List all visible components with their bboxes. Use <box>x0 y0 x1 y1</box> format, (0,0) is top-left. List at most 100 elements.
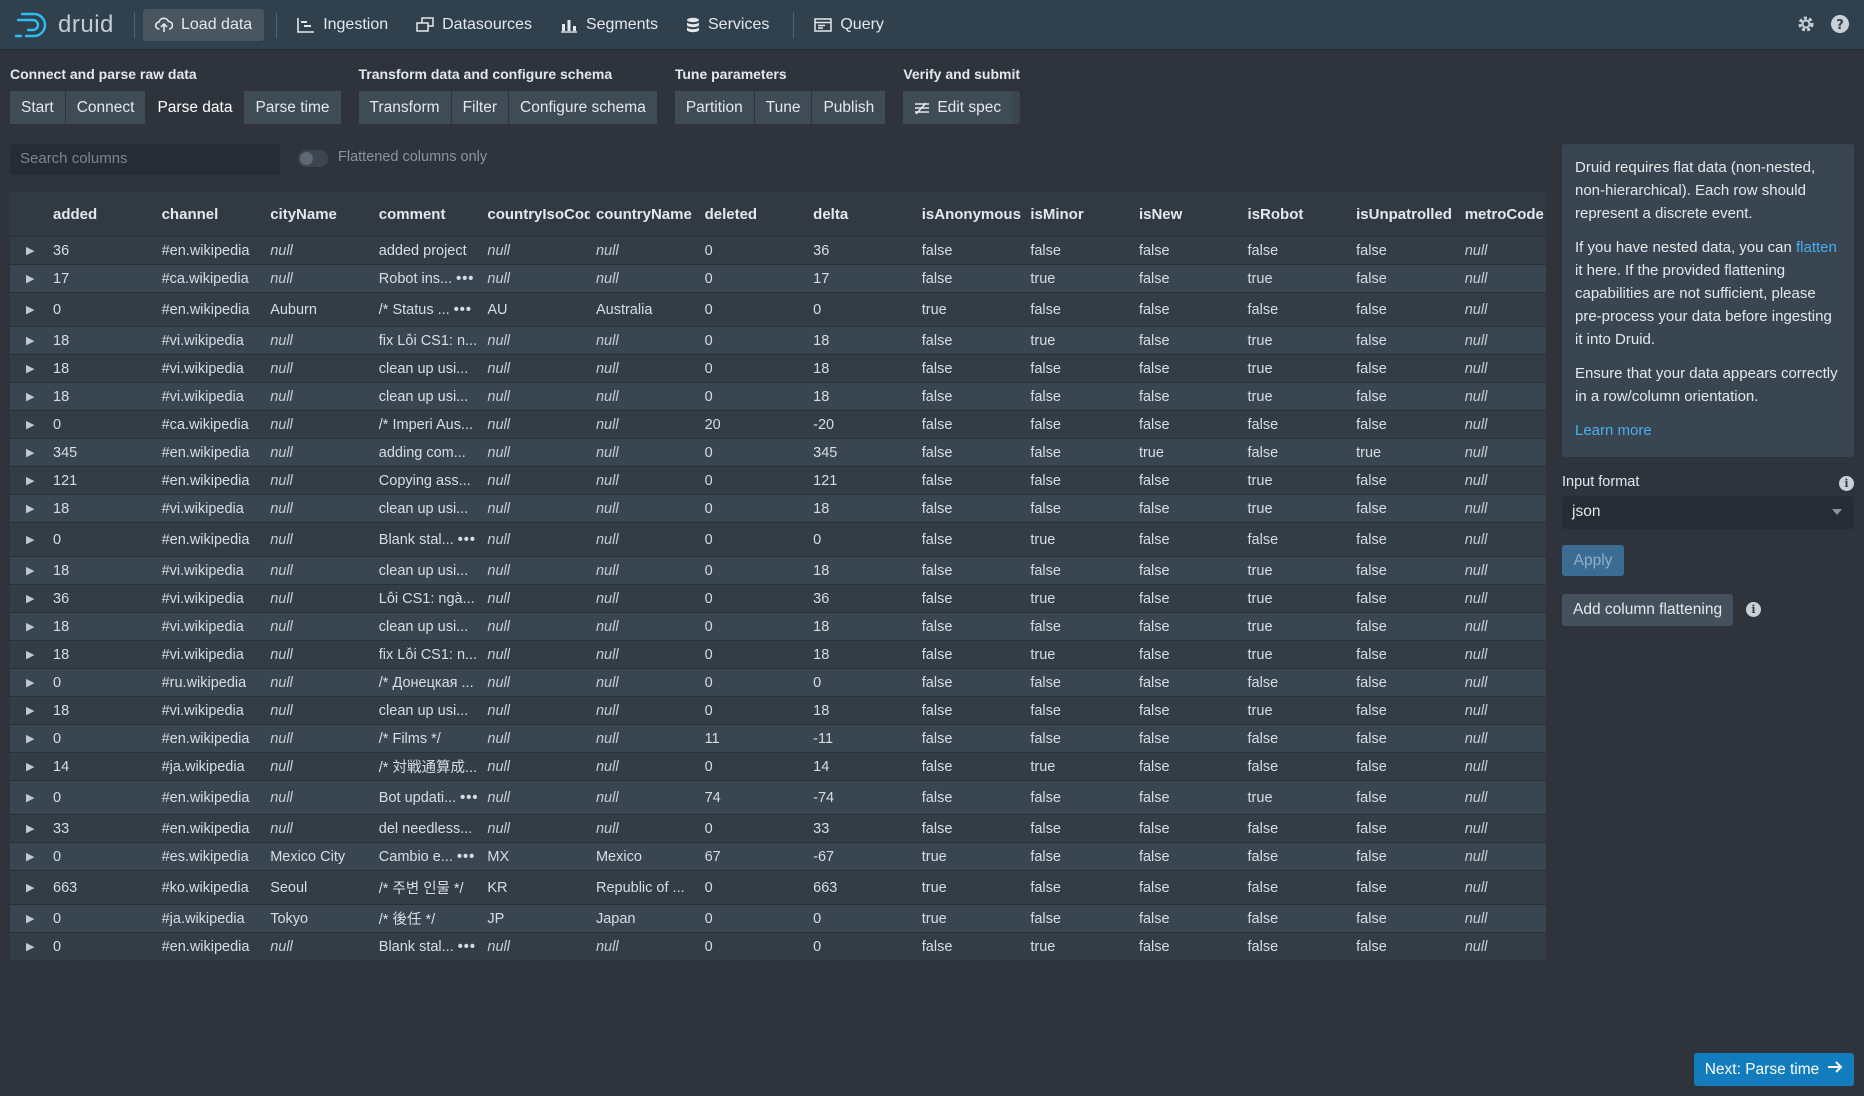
input-format-select[interactable]: json <box>1562 496 1854 529</box>
step-filter-button[interactable]: Filter <box>451 91 510 124</box>
table-row[interactable]: ▶ 33 #en.wikipedia null del needless... null n… <box>10 814 1546 842</box>
column-header-isRobot[interactable]: isRobot <box>1242 206 1351 223</box>
column-header-countryIsoCode[interactable]: countryIsoCode <box>481 206 590 223</box>
step-connect-button[interactable]: Connect <box>65 91 147 124</box>
caret-right-icon[interactable]: ▶ <box>10 676 47 689</box>
caret-right-icon[interactable]: ▶ <box>10 303 47 316</box>
caret-right-icon[interactable]: ▶ <box>10 760 47 773</box>
table-row[interactable]: ▶ 18 #vi.wikipedia null fix Lỗi CS1: n... nul… <box>10 326 1546 354</box>
table-row[interactable]: ▶ 18 #vi.wikipedia null clean up usi... null n… <box>10 494 1546 522</box>
table-row[interactable]: ▶ 18 #vi.wikipedia null clean up usi... null n… <box>10 382 1546 410</box>
table-row[interactable]: ▶ 345 #en.wikipedia null adding com... null nu… <box>10 438 1546 466</box>
caret-right-icon[interactable]: ▶ <box>10 704 47 717</box>
caret-right-icon[interactable]: ▶ <box>10 272 47 285</box>
nav-services[interactable]: Services <box>674 9 781 41</box>
column-header-isAnonymous[interactable]: isAnonymous <box>916 206 1025 223</box>
caret-right-icon[interactable]: ▶ <box>10 732 47 745</box>
step-edit-spec-button[interactable]: Edit spec <box>903 91 1013 124</box>
search-columns-input[interactable]: Search columns <box>10 144 280 175</box>
caret-right-icon[interactable]: ▶ <box>10 418 47 431</box>
table-row[interactable]: ▶ 18 #vi.wikipedia null clean up usi... null n… <box>10 354 1546 382</box>
table-row[interactable]: ▶ 0 #en.wikipedia Auburn /* Status ... ••• AU A… <box>10 292 1546 326</box>
column-header-metroCode[interactable]: metroCode <box>1459 206 1546 223</box>
caret-right-icon[interactable]: ▶ <box>10 362 47 375</box>
table-row[interactable]: ▶ 0 #ca.wikipedia null /* Imperi Aus... null n… <box>10 410 1546 438</box>
add-column-flattening-button[interactable]: Add column flattening <box>1562 594 1734 626</box>
more-icon[interactable]: ••• <box>454 302 472 318</box>
table-row[interactable]: ▶ 0 #en.wikipedia null Blank stal... ••• null n… <box>10 522 1546 556</box>
flattened-columns-toggle[interactable] <box>298 150 328 167</box>
table-row[interactable]: ▶ 18 #vi.wikipedia null fix Lỗi CS1: n... nul… <box>10 640 1546 668</box>
more-icon[interactable]: ••• <box>460 790 478 806</box>
column-header-countryName[interactable]: countryName <box>590 206 699 223</box>
step-configure-schema-button[interactable]: Configure schema <box>509 91 657 124</box>
nav-ingestion[interactable]: Ingestion <box>285 9 400 41</box>
next-parse-time-button[interactable]: Next: Parse time <box>1694 1053 1854 1086</box>
step-partition-button[interactable]: Partition <box>674 91 755 124</box>
column-header-added[interactable]: added <box>47 206 156 223</box>
caret-right-icon[interactable]: ▶ <box>10 533 47 546</box>
step-start-button[interactable]: Start <box>10 91 66 124</box>
nav-query[interactable]: Query <box>802 9 896 41</box>
column-header-isNew[interactable]: isNew <box>1133 206 1242 223</box>
caret-right-icon[interactable]: ▶ <box>10 334 47 347</box>
step-parse-data-button[interactable]: Parse data <box>146 91 245 124</box>
info-sign-icon[interactable]: i <box>1839 476 1854 491</box>
column-header-comment[interactable]: comment <box>373 206 482 223</box>
caret-right-icon[interactable]: ▶ <box>10 881 47 894</box>
table-row[interactable]: ▶ 18 #vi.wikipedia null clean up usi... null n… <box>10 696 1546 724</box>
table-row[interactable]: ▶ 17 #ca.wikipedia null Robot ins... ••• null n… <box>10 264 1546 292</box>
learn-more-link[interactable]: Learn more <box>1575 422 1652 439</box>
caret-right-icon[interactable]: ▶ <box>10 244 47 257</box>
column-header-channel[interactable]: channel <box>156 206 265 223</box>
table-row[interactable]: ▶ 0 #es.wikipedia Mexico City Cambio e... •••… <box>10 842 1546 870</box>
druid-logo[interactable]: druid <box>0 11 126 39</box>
caret-right-icon[interactable]: ▶ <box>10 940 47 953</box>
caret-right-icon[interactable]: ▶ <box>10 912 47 925</box>
nav-datasources[interactable]: Datasources <box>404 9 544 41</box>
caret-right-icon[interactable]: ▶ <box>10 474 47 487</box>
step-parse-time-button[interactable]: Parse time <box>244 91 341 124</box>
column-header-isUnpatrolled[interactable]: isUnpatrolled <box>1350 206 1459 223</box>
nav-load-data[interactable]: Load data <box>143 8 265 41</box>
table-row[interactable]: ▶ 36 #en.wikipedia null added project null nul… <box>10 236 1546 264</box>
column-header-deleted[interactable]: deleted <box>699 206 808 223</box>
table-row[interactable]: ▶ 14 #ja.wikipedia null /* 対戦通算成... null null 0… <box>10 752 1546 780</box>
step-publish-button[interactable]: Publish <box>812 91 886 124</box>
apply-button[interactable]: Apply <box>1562 545 1624 576</box>
step-tune-button[interactable]: Tune <box>754 91 813 124</box>
caret-right-icon[interactable]: ▶ <box>10 446 47 459</box>
info-sign-icon[interactable]: i <box>1746 602 1761 617</box>
table-row[interactable]: ▶ 18 #vi.wikipedia null clean up usi... null n… <box>10 612 1546 640</box>
table-row[interactable]: ▶ 0 #en.wikipedia null /* Films */ null null 11… <box>10 724 1546 752</box>
column-header-delta[interactable]: delta <box>807 206 916 223</box>
caret-right-icon[interactable]: ▶ <box>10 620 47 633</box>
caret-right-icon[interactable]: ▶ <box>10 390 47 403</box>
caret-right-icon[interactable]: ▶ <box>10 791 47 804</box>
step-transform-button[interactable]: Transform <box>358 91 452 124</box>
caret-right-icon[interactable]: ▶ <box>10 502 47 515</box>
table-row[interactable]: ▶ 0 #ja.wikipedia Tokyo /* 後任 */ JP Japan 0 0 tru… <box>10 904 1546 932</box>
table-row[interactable]: ▶ 18 #vi.wikipedia null clean up usi... null n… <box>10 556 1546 584</box>
cog-icon[interactable] <box>1796 14 1816 39</box>
table-row[interactable]: ▶ 121 #en.wikipedia null Copying ass... null n… <box>10 466 1546 494</box>
table-row[interactable]: ▶ 0 #ru.wikipedia null /* Донецкая ... null nu… <box>10 668 1546 696</box>
flatten-link[interactable]: flatten <box>1796 239 1837 256</box>
table-row[interactable]: ▶ 36 #vi.wikipedia null Lỗi CS1: ngà... null n… <box>10 584 1546 612</box>
table-row[interactable]: ▶ 0 #en.wikipedia null Blank stal... ••• null n… <box>10 932 1546 960</box>
caret-right-icon[interactable]: ▶ <box>10 564 47 577</box>
more-icon[interactable]: ••• <box>458 939 476 955</box>
caret-right-icon[interactable]: ▶ <box>10 850 47 863</box>
caret-right-icon[interactable]: ▶ <box>10 592 47 605</box>
more-icon[interactable]: ••• <box>457 849 475 865</box>
caret-right-icon[interactable]: ▶ <box>10 648 47 661</box>
table-row[interactable]: ▶ 663 #ko.wikipedia Seoul /* 주변 인물 */ KR Repub… <box>10 870 1546 904</box>
column-header-isMinor[interactable]: isMinor <box>1024 206 1133 223</box>
nav-segments[interactable]: Segments <box>548 9 670 41</box>
caret-right-icon[interactable]: ▶ <box>10 822 47 835</box>
table-row[interactable]: ▶ 0 #en.wikipedia null Bot updati... ••• null n… <box>10 780 1546 814</box>
column-header-cityName[interactable]: cityName <box>264 206 373 223</box>
more-icon[interactable]: ••• <box>456 271 474 287</box>
help-icon[interactable]: ? <box>1830 14 1850 39</box>
more-icon[interactable]: ••• <box>458 532 476 548</box>
